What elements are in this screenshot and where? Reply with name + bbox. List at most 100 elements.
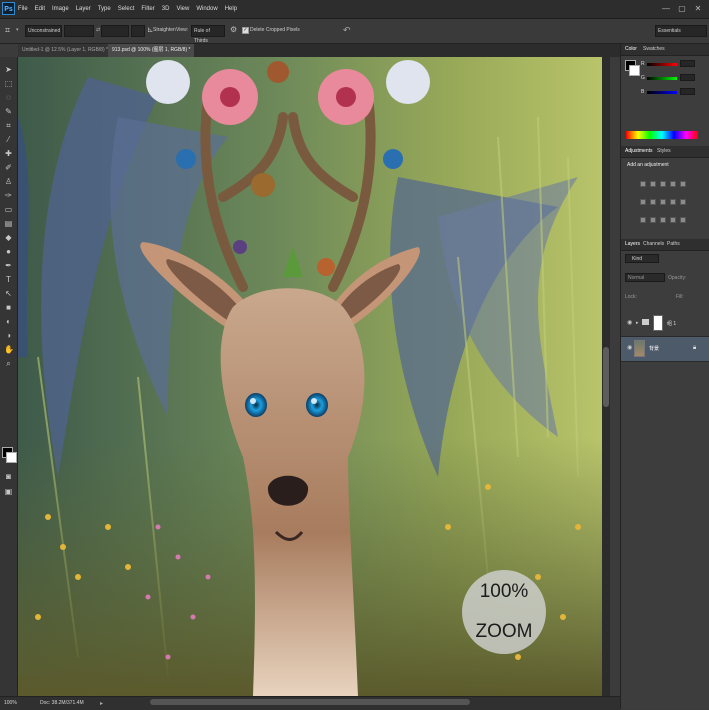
eyedropper-tool-icon[interactable]: ⁄ (4, 135, 13, 144)
tool-preset-chevron-icon[interactable]: ▾ (16, 27, 19, 33)
visibility-eye-icon[interactable]: ◉ (627, 345, 633, 351)
black-white-icon[interactable] (660, 199, 666, 205)
path-select-tool-icon[interactable]: ↖ (4, 289, 13, 298)
vertical-scrollbar[interactable] (602, 57, 610, 696)
menu-type[interactable]: Type (98, 6, 111, 12)
layer-row-group1[interactable]: ◉ ▸ 组 1 (621, 312, 709, 337)
swap-icon[interactable]: ⇄ (96, 27, 100, 33)
status-menu-arrow-icon[interactable]: ▸ (100, 700, 103, 707)
panel-background-swatch[interactable] (629, 65, 640, 76)
blue-slider[interactable] (647, 91, 677, 94)
curves-icon[interactable] (660, 181, 666, 187)
layer-name[interactable]: 组 1 (667, 320, 676, 327)
menu-view[interactable]: View (176, 6, 189, 12)
history-brush-icon[interactable]: ✑ (4, 191, 13, 200)
red-slider[interactable] (647, 63, 677, 66)
menu-layer[interactable]: Layer (76, 6, 91, 12)
workspace-select[interactable]: Essentials (655, 25, 707, 37)
tab-913-psd[interactable]: 913.psd @ 100% (图层 1, RGB/8) * (108, 44, 194, 57)
posterize-icon[interactable] (650, 217, 656, 223)
levels-icon[interactable] (650, 181, 656, 187)
stamp-tool-icon[interactable]: ♙ (4, 177, 13, 186)
tab-color[interactable]: Color (625, 46, 637, 52)
hue-saturation-icon[interactable] (640, 199, 646, 205)
color-spectrum-ramp[interactable] (626, 131, 698, 139)
gradient-map-icon[interactable] (670, 217, 676, 223)
screen-mode-icon[interactable]: ▣ (4, 487, 13, 496)
channel-mixer-icon[interactable] (680, 199, 686, 205)
group-expand-icon[interactable]: ▸ (636, 320, 639, 326)
layer-row-background[interactable]: ◉ 背景 🔒︎ (621, 337, 709, 362)
zoom-level[interactable]: 100% (4, 700, 17, 706)
layer-mask-thumbnail[interactable] (653, 315, 663, 331)
menu-3d[interactable]: 3D (162, 6, 170, 12)
crop-height-field[interactable] (101, 25, 129, 37)
blur-tool-icon[interactable]: ◆ (4, 233, 13, 242)
exposure-icon[interactable] (670, 181, 676, 187)
tab-styles[interactable]: Styles (657, 148, 671, 154)
crop-width-field[interactable] (64, 25, 94, 37)
menu-filter[interactable]: Filter (141, 6, 154, 12)
selective-color-icon[interactable] (680, 217, 686, 223)
visibility-eye-icon[interactable]: ◉ (627, 320, 633, 326)
horizontal-scroll-thumb[interactable] (150, 699, 470, 705)
invert-icon[interactable] (640, 217, 646, 223)
quick-mask-icon[interactable]: ◙ (4, 472, 13, 481)
tab-untitled[interactable]: Untitled-1 @ 12.5% (Layer 1, RGB/8) * (18, 44, 108, 57)
3d-camera-icon[interactable]: ◑ (4, 331, 13, 340)
zoom-tool-icon[interactable]: ⌕ (4, 359, 13, 368)
photo-filter-icon[interactable] (670, 199, 676, 205)
menu-select[interactable]: Select (118, 6, 135, 12)
delete-cropped-checkbox[interactable]: ✓ (242, 27, 249, 34)
document-canvas[interactable]: 100% ZOOM (18, 57, 602, 696)
color-balance-icon[interactable] (650, 199, 656, 205)
crop-tool-icon[interactable]: ⌗ (4, 121, 13, 130)
layer-name[interactable]: 背景 (649, 345, 659, 352)
gradient-tool-icon[interactable]: ▤ (4, 219, 13, 228)
tab-swatches[interactable]: Swatches (643, 46, 665, 52)
blue-value[interactable] (680, 88, 695, 95)
tab-paths[interactable]: Paths (667, 241, 680, 247)
quick-select-tool-icon[interactable]: ✎ (4, 107, 13, 116)
brightness-contrast-icon[interactable] (640, 181, 646, 187)
3d-tool-icon[interactable]: ◐ (4, 317, 13, 326)
crop-ratio-select[interactable]: Unconstrained (25, 25, 62, 37)
background-color-swatch[interactable] (6, 452, 17, 463)
menu-image[interactable]: Image (52, 6, 69, 12)
vibrance-icon[interactable] (680, 181, 686, 187)
type-tool-icon[interactable]: T (4, 275, 13, 284)
crop-icon[interactable]: ⌗ (5, 25, 15, 35)
reset-icon[interactable]: ↶ (343, 25, 351, 36)
move-tool-icon[interactable]: ➤ (4, 65, 13, 74)
eraser-tool-icon[interactable]: ▭ (4, 205, 13, 214)
threshold-icon[interactable] (660, 217, 666, 223)
gear-icon[interactable]: ⚙ (230, 26, 238, 34)
menu-edit[interactable]: Edit (35, 6, 45, 12)
dodge-tool-icon[interactable]: ● (4, 247, 13, 256)
hand-tool-icon[interactable]: ✋ (4, 345, 14, 354)
menu-file[interactable]: File (18, 6, 28, 12)
tools-panel: ➤ ⬚ ◌ ✎ ⌗ ⁄ ✚ ✐ ♙ ✑ ▭ ▤ ◆ ● ✒ T ↖ ■ ◐ ◑ … (0, 57, 18, 697)
tab-channels[interactable]: Channels (643, 241, 664, 247)
menu-window[interactable]: Window (196, 6, 217, 12)
green-value[interactable] (680, 74, 695, 81)
overlay-view-select[interactable]: Rule of Thirds (191, 25, 225, 44)
brush-tool-icon[interactable]: ✐ (4, 163, 13, 172)
healing-brush-icon[interactable]: ✚ (4, 149, 13, 158)
maximize-button[interactable]: ▢ (675, 3, 689, 14)
shape-tool-icon[interactable]: ■ (4, 303, 13, 312)
red-value[interactable] (680, 60, 695, 67)
menu-help[interactable]: Help (225, 6, 237, 12)
layer-kind-filter[interactable]: Kind (625, 254, 659, 263)
minimize-button[interactable]: — (659, 3, 673, 14)
blend-mode-select[interactable]: Normal (625, 273, 665, 282)
lasso-tool-icon[interactable]: ◌ (4, 93, 13, 102)
green-slider[interactable] (647, 77, 677, 80)
close-button[interactable]: ✕ (691, 3, 705, 14)
marquee-tool-icon[interactable]: ⬚ (4, 79, 13, 88)
tab-layers[interactable]: Layers (625, 241, 640, 247)
vertical-scroll-thumb[interactable] (603, 347, 609, 407)
clear-button[interactable] (131, 25, 145, 37)
tab-adjustments[interactable]: Adjustments (625, 148, 653, 154)
pen-tool-icon[interactable]: ✒ (4, 261, 13, 270)
